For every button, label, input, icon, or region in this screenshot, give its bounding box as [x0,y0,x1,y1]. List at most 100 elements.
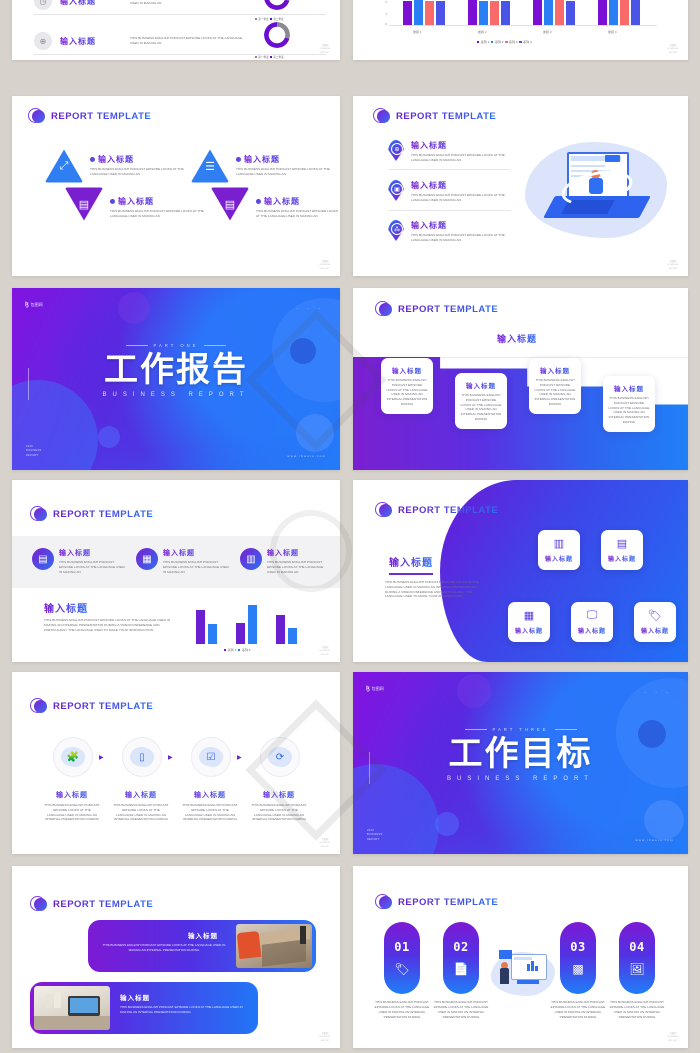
map-pin[interactable]: ⁂ [388,220,404,241]
decor-bubble [644,800,684,840]
banner-title: 输入标题 [188,933,218,940]
watermark: 包图网 BUSINESS REPORT [667,45,679,54]
tile-label: 输入标题 [578,626,606,635]
section-paragraph: THIS BUSINESS ENGLISH PODCAST EPISODE LO… [385,580,479,599]
list-lines-icon: ☰ [205,160,215,173]
expand-arrows-icon: ⤢ [59,159,69,172]
laptop-runner-illustration [525,134,667,244]
feature-title: 输入标题 [256,196,340,207]
slide-cover-work-report[interactable]: ɮ 包图网 · · · PART ONE 工作报告 BUSINESS REPORT… [12,288,340,470]
number-pill[interactable]: 03 ▩ [560,922,596,994]
id-card-icon: ▥ [553,538,565,550]
document-icon: ▤ [616,538,628,550]
brand-logo-icon [30,506,47,523]
list-item-text: THIS BUSINESS ENGLISH PODCAST EPISODE LO… [130,36,243,45]
map-pin[interactable]: ▣ [388,180,404,201]
pin-text-block: 输入标题 THIS BUSINESS ENGLISH PODCAST EPISO… [411,180,511,203]
slide-pin-list-illustration[interactable]: REPORT TEMPLATE ⊕ 输入标题 THIS BUSINESS ENG… [353,96,688,276]
banner-card[interactable]: 输入标题 THIS BUSINESS ENGLISH PODCAST EPISO… [30,982,258,1034]
cover-subtitle: BUSINESS REPORT [447,775,594,782]
pin-title: 输入标题 [411,220,511,231]
step-card[interactable]: 输入标题 THIS BUSINESS ENGLISH PODCAST EPISO… [455,373,507,429]
slide-header: REPORT TEMPLATE [375,502,498,519]
feature-item[interactable]: ▤ 输入标题 THIS BUSINESS ENGLISH PODCAST EPI… [32,548,128,574]
feature-tile[interactable]: ▦ 输入标题 [508,602,550,642]
pill-number: 03 [570,940,586,954]
slide-numbered-pills[interactable]: REPORT TEMPLATE 01 🏷 THIS BUSINESS ENGLI… [353,866,688,1048]
pin-text-block: 输入标题 THIS BUSINESS ENGLISH PODCAST EPISO… [411,140,511,163]
feature-tile[interactable]: ▥ 输入标题 [538,530,580,570]
slide-icons-and-bar-chart[interactable]: REPORT TEMPLATE ▤ 输入标题 THIS BUSINESS ENG… [12,480,340,662]
step-card-title: 输入标题 [608,383,650,393]
pin-title: 输入标题 [411,140,511,151]
divider [34,14,326,15]
feature-shape[interactable]: ☰ [190,148,230,184]
banner-card[interactable]: 输入标题 THIS BUSINESS ENGLISH PODCAST EPISO… [88,920,316,972]
image-icon: ▣ [391,183,403,195]
feature-tile[interactable]: 🖵 输入标题 [571,602,613,642]
id-card-icon: ▥ [240,548,262,570]
slide-grouped-bar-chart[interactable]: 5 4 3 2 1 0 [353,0,688,60]
slide-cover-work-goals[interactable]: ɮ 包图网 · · · PART THREE 工作目标 BUSINESS REPO… [353,672,688,854]
process-node[interactable]: ⟳ [260,737,300,777]
step-card[interactable]: 输入标题 THIS BUSINESS ENGLISH PODCAST EPISO… [381,358,433,414]
slide-curve-tiles[interactable]: REPORT TEMPLATE 输入标题 THIS BUSINESS ENGLI… [353,480,688,662]
feature-text: THIS BUSINESS ENGLISH PODCAST EPISODE LO… [59,560,125,574]
donut-legend: 第一季度 第二季度 [255,55,284,59]
step-card-title: 输入标题 [534,365,576,375]
cover-subtitle: BUSINESS REPORT [102,391,250,398]
feature-text: THIS BUSINESS ENGLISH PODCAST EPISODE LO… [267,560,324,574]
brand-logo-icon [375,894,392,911]
feature-shape[interactable]: ▤ [64,186,104,222]
feature-item[interactable]: ▦ 输入标题 THIS BUSINESS ENGLISH PODCAST EPI… [136,548,232,574]
pill-text: THIS BUSINESS ENGLISH PODCAST EPISODE LO… [433,1000,489,1019]
process-text: THIS BUSINESS ENGLISH PODCAST EPISODE LO… [113,803,169,822]
donut-legend: 第一季度 第二季度 [255,17,284,21]
feature-shape[interactable]: ⤢ [44,148,84,184]
feature-title: 输入标题 [236,154,336,165]
process-label-block: 输入标题 THIS BUSINESS ENGLISH PODCAST EPISO… [113,790,169,822]
number-pill[interactable]: 02 📄 [443,922,479,994]
feature-text: THIS BUSINESS ENGLISH PODCAST EPISODE LO… [236,167,330,176]
section-heading: 输入标题 [389,554,433,569]
slide-header: REPORT TEMPLATE [375,894,498,911]
process-node[interactable]: ☑ [191,737,231,777]
step-card[interactable]: 输入标题 THIS BUSINESS ENGLISH PODCAST EPISO… [529,358,581,414]
slide-icon-list-donuts[interactable]: ◷ 输入标题 THIS BUSINESS ENGLISH PODCAST EPI… [12,0,340,60]
feature-item[interactable]: ▥ 输入标题 THIS BUSINESS ENGLISH PODCAST EPI… [240,548,332,574]
brand-logo-icon [373,108,390,125]
bar-chart-legend: 系列 1 系列 2 [224,648,250,652]
feature-title: 输入标题 [267,548,332,558]
pin-text: THIS BUSINESS ENGLISH PODCAST EPISODE LO… [411,153,505,162]
step-card[interactable]: 输入标题 THIS BUSINESS ENGLISH PODCAST EPISO… [603,376,655,432]
process-node[interactable]: ▯ [122,737,162,777]
step-card-title: 输入标题 [386,365,428,375]
process-node[interactable]: 🧩 [53,737,93,777]
cover-url: www.ibaotu.com [635,838,674,842]
tile-label: 输入标题 [515,626,543,635]
feature-tile[interactable]: 🏷 输入标题 [634,602,676,642]
decor-dots: · · · [644,690,672,696]
slide-photo-banners[interactable]: REPORT TEMPLATE 输入标题 THIS BUSINESS ENGLI… [12,866,340,1048]
brand-logo-icon [30,896,47,913]
number-pill[interactable]: 01 🏷 [384,922,420,994]
pin-text: THIS BUSINESS ENGLISH PODCAST EPISODE LO… [411,193,505,202]
page-title: REPORT TEMPLATE [51,111,152,122]
pill-text: THIS BUSINESS ENGLISH PODCAST EPISODE LO… [550,1000,606,1019]
cover-center: PART ONE 工作报告 BUSINESS REPORT [12,343,340,398]
decor-bubble [457,674,491,708]
map-pin[interactable]: ⊕ [388,140,404,161]
document-icon: ▤ [224,198,236,211]
feature-tile[interactable]: ▤ 输入标题 [601,530,643,570]
slide-process-steps[interactable]: REPORT TEMPLATE 🧩 ▶ ▯ ▶ ☑ ▶ ⟳ 输入标题 THIS … [12,672,340,854]
number-pill[interactable]: 04 🖼 [619,922,655,994]
feature-title: 输入标题 [59,548,128,558]
slide-triangle-features[interactable]: REPORT TEMPLATE ⤢ 输入标题 THIS BUSINESS ENG… [12,96,340,276]
checklist-icon: ☑ [199,747,223,767]
process-label-block: 输入标题 THIS BUSINESS ENGLISH PODCAST EPISO… [251,790,307,822]
step-card-text: THIS BUSINESS ENGLISH PODCAST EPISODE LO… [460,393,502,421]
list-item-text: THIS BUSINESS ENGLISH PODCAST EPISODE LO… [130,0,242,5]
feature-shape[interactable]: ▤ [210,186,250,222]
slide-stair-cards[interactable]: REPORT TEMPLATE 输入标题 输入标题 THIS BUSINESS … [353,288,688,470]
step-card-text: THIS BUSINESS ENGLISH PODCAST EPISODE LO… [608,396,650,424]
